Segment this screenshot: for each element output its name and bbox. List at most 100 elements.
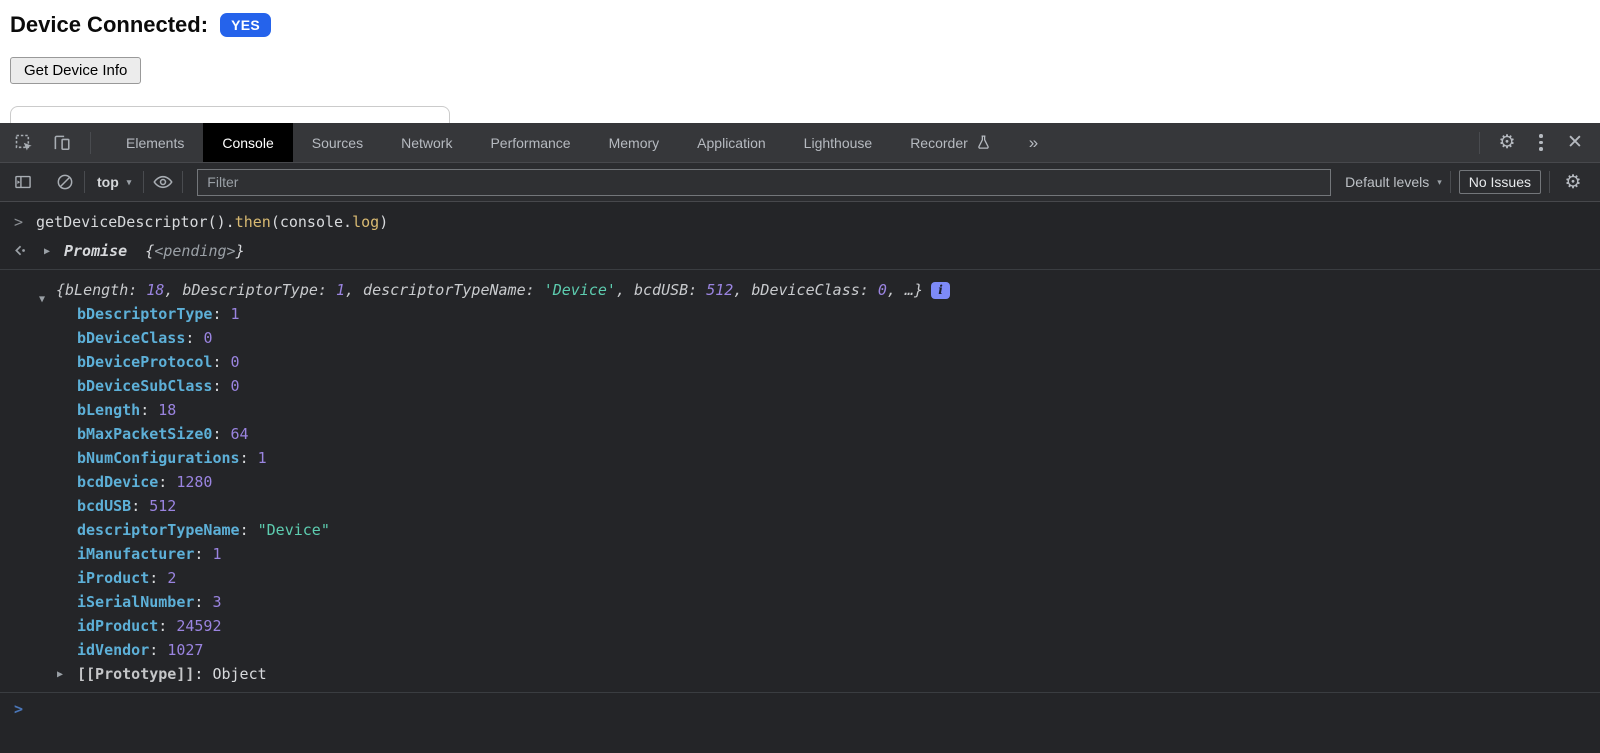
console-input-row[interactable]: >	[0, 693, 1600, 723]
tab-label: Performance	[490, 134, 571, 151]
promise-class-name: Promise	[64, 242, 128, 260]
tab-performance[interactable]: Performance	[471, 123, 589, 162]
devtools-settings-icon[interactable]: ⚙	[1492, 128, 1522, 158]
clear-console-icon[interactable]	[54, 171, 76, 193]
promise-state: {<pending>}	[145, 242, 245, 260]
expand-triangle-icon[interactable]: ▶	[57, 663, 63, 687]
tab-memory[interactable]: Memory	[590, 123, 679, 162]
property-value: 1027	[167, 641, 204, 659]
console-sidebar-icon[interactable]	[12, 171, 34, 193]
tab-label: Sources	[311, 134, 364, 151]
command-text: getDeviceDescriptor().then(console.log)	[36, 213, 389, 231]
console-log-object: ▼ {bLength: 18, bDescriptorType: 1, desc…	[0, 270, 1600, 693]
tab-recorder[interactable]: Recorder	[891, 123, 1011, 162]
property-value: 18	[158, 401, 177, 419]
object-property-row: bDescriptorType: 1	[77, 305, 240, 323]
live-expression-eye-icon[interactable]	[152, 171, 174, 193]
console-toolbar: top ▾ Default levels ▾ No Issues ⚙	[0, 163, 1600, 202]
more-tabs-icon[interactable]: »	[1011, 123, 1056, 162]
property-key: bLength	[77, 401, 141, 419]
object-property-row: bNumConfigurations: 1	[77, 449, 267, 467]
device-toolbar-icon[interactable]	[50, 132, 72, 154]
object-property-row: descriptorTypeName: "Device"	[77, 521, 330, 539]
console-filter-input[interactable]	[197, 168, 1332, 196]
tab-console[interactable]: Console	[203, 123, 293, 162]
divider	[84, 171, 85, 193]
expand-triangle-icon[interactable]: ▶	[44, 240, 50, 264]
property-value: 0	[230, 377, 240, 395]
property-key: bDeviceSubClass	[77, 377, 213, 395]
inspect-element-icon[interactable]	[12, 132, 34, 154]
device-connected-badge: YES	[220, 13, 271, 37]
tab-elements[interactable]: Elements	[107, 123, 203, 162]
property-value: 2	[167, 569, 177, 587]
property-key: bcdUSB	[77, 497, 132, 515]
object-properties: bDescriptorType: 1 bDeviceClass: 0 bDevice…	[0, 302, 1600, 662]
object-property-row: bDeviceProtocol: 0	[77, 353, 240, 371]
property-key: idVendor	[77, 641, 150, 659]
property-value: 1	[230, 305, 240, 323]
divider	[182, 171, 184, 193]
property-key: bDescriptorType	[77, 305, 213, 323]
divider	[1549, 171, 1550, 193]
object-property-row: idProduct: 24592	[77, 617, 222, 635]
property-value: 1	[212, 545, 222, 563]
info-icon[interactable]: i	[931, 282, 950, 299]
command-prompt-icon: >	[14, 213, 24, 231]
property-key: iManufacturer	[77, 545, 195, 563]
issues-counter[interactable]: No Issues	[1458, 170, 1541, 194]
chevron-down-icon: ▾	[126, 176, 132, 187]
object-property-row: iManufacturer: 1	[77, 545, 222, 563]
tab-label: Lighthouse	[803, 134, 873, 151]
tab-label: Network	[401, 134, 453, 151]
console-settings-icon[interactable]: ⚙	[1558, 167, 1588, 197]
get-device-info-button[interactable]: Get Device Info	[10, 57, 142, 84]
object-property-row: bcdDevice: 1280	[77, 473, 213, 491]
property-key: bcdDevice	[77, 473, 159, 491]
tab-label: Console	[222, 134, 274, 151]
console-command: > getDeviceDescriptor().then(console.log…	[0, 205, 1600, 237]
tab-sources[interactable]: Sources	[293, 123, 382, 162]
devtools-tabbar: Elements Console Sources Network Performance…	[0, 123, 1600, 163]
devtools-tabs: Elements Console Sources Network Performance…	[107, 123, 1011, 162]
property-value: 24592	[176, 617, 222, 635]
object-property-row: iProduct: 2	[77, 569, 177, 587]
property-key: idProduct	[77, 617, 159, 635]
prototype-key: [[Prototype]]	[77, 665, 195, 683]
property-value: 64	[230, 425, 249, 443]
log-levels-dropdown[interactable]: Default levels ▾	[1345, 174, 1442, 190]
device-info-output-box	[10, 106, 450, 123]
object-property-row: bMaxPacketSize0: 64	[77, 425, 249, 443]
property-key: descriptorTypeName	[77, 521, 240, 539]
tab-label: Application	[697, 134, 766, 151]
web-page-content: Device Connected: YES Get Device Info	[0, 0, 1600, 123]
property-key: bDeviceClass	[77, 329, 186, 347]
tab-application[interactable]: Application	[678, 123, 785, 162]
property-key: iProduct	[77, 569, 150, 587]
chevron-down-icon: ▾	[1437, 176, 1442, 187]
tab-lighthouse[interactable]: Lighthouse	[785, 123, 892, 162]
object-preview-row: ▼ {bLength: 18, bDescriptorType: 1, desc…	[0, 278, 1600, 305]
property-key: bDeviceProtocol	[77, 353, 213, 371]
divider	[143, 171, 145, 193]
property-key: iSerialNumber	[77, 593, 195, 611]
divider	[1449, 171, 1451, 193]
returned-value-icon	[11, 242, 28, 259]
devtools-menu-icon[interactable]	[1526, 128, 1556, 158]
prototype-row: ▶ [[Prototype]]: Object	[0, 662, 1600, 686]
console-result: ▶ Promise {<pending>}	[0, 237, 1600, 270]
device-connected-label: Device Connected:	[10, 12, 209, 37]
devtools-panel: Elements Console Sources Network Performance…	[0, 123, 1600, 753]
context-selector[interactable]: top ▾	[93, 174, 135, 190]
divider	[1479, 131, 1480, 154]
property-value: 1	[257, 449, 267, 467]
collapse-triangle-icon[interactable]: ▼	[39, 288, 45, 312]
tab-label: Memory	[608, 134, 660, 151]
tab-network[interactable]: Network	[382, 123, 471, 162]
object-property-row: idVendor: 1027	[77, 641, 204, 659]
object-property-row: bLength: 18	[77, 401, 177, 419]
devtools-close-icon[interactable]: ✕	[1560, 128, 1590, 158]
object-property-row: bDeviceClass: 0	[77, 329, 213, 347]
console-messages: > getDeviceDescriptor().then(console.log…	[0, 202, 1600, 753]
tab-label: Recorder	[910, 134, 968, 151]
